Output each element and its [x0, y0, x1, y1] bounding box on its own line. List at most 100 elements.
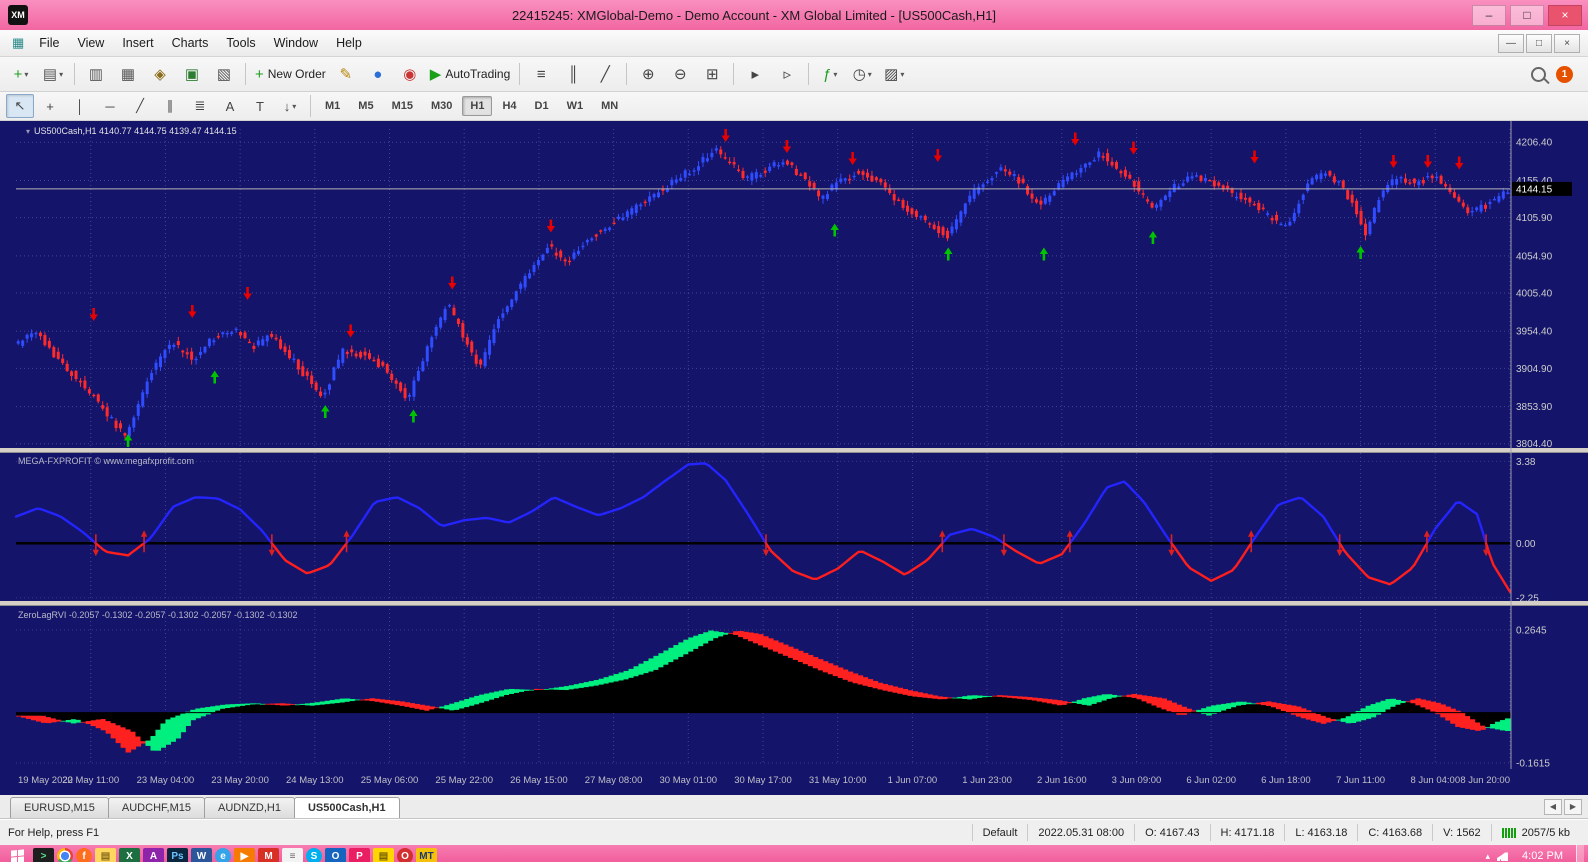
chart-bars-button[interactable]: ≡ [526, 61, 556, 87]
horizontal-line-button[interactable]: ─ [96, 94, 124, 118]
terminal-button[interactable]: ▣ [177, 61, 207, 87]
restore-button[interactable]: □ [1510, 4, 1544, 26]
taskbar-icon-onedrive[interactable]: O [325, 847, 346, 862]
tab-us500cash-h1[interactable]: US500Cash,H1 [293, 797, 400, 818]
taskbar-icon-paint[interactable]: P [349, 847, 370, 862]
tab-scroll-left-button[interactable]: ◀ [1544, 798, 1562, 815]
mql5-community-button[interactable]: ● [363, 61, 393, 87]
notification-badge[interactable]: 1 [1556, 65, 1573, 83]
taskbar-icon-metatrader[interactable]: MT [416, 847, 437, 862]
templates-button[interactable]: ▨ ▾ [879, 61, 909, 87]
minimize-button[interactable]: – [1472, 4, 1506, 26]
taskbar-icon-console[interactable]: > [33, 847, 54, 862]
timeframe-m30-button[interactable]: M30 [423, 96, 460, 116]
new-order-button[interactable]: + New Order [252, 61, 329, 87]
status-profile[interactable]: Default [971, 823, 1028, 842]
close-button[interactable]: × [1548, 4, 1582, 26]
chart-candlesticks-button[interactable]: ║ [558, 61, 588, 87]
menu-charts[interactable]: Charts [163, 33, 218, 53]
tray-chevron-icon[interactable]: ▴ [1486, 851, 1491, 862]
taskbar-icon-excel[interactable]: X [119, 847, 140, 862]
rvi-base-area [255, 704, 261, 713]
new-chart-button[interactable]: + ▾ [6, 61, 36, 87]
tab-audnzd-h1[interactable]: AUDNZD,H1 [203, 797, 295, 818]
text-label-button[interactable]: T [246, 94, 274, 118]
vertical-line-button[interactable]: │ [66, 94, 94, 118]
candle-body [608, 227, 612, 230]
chart-shift-button[interactable]: ▹ [772, 61, 802, 87]
taskbar-icon-opera[interactable]: O [397, 848, 413, 862]
profiles-button[interactable]: ▤ ▾ [38, 61, 68, 87]
text-button[interactable]: A [216, 94, 244, 118]
timeframe-mn-button[interactable]: MN [593, 96, 626, 116]
periods-button[interactable]: ◷ ▾ [847, 61, 877, 87]
tab-audchf-m15[interactable]: AUDCHF,M15 [107, 797, 205, 818]
chart-window[interactable]: 4206.40 4155.40 4105.90 4054.90 4005.40 3954.… [0, 121, 1588, 795]
timeframe-h1-button[interactable]: H1 [462, 96, 493, 116]
timeframe-d1-button[interactable]: D1 [527, 96, 557, 116]
data-window-button[interactable]: ▦ [113, 61, 143, 87]
auto-scroll-button[interactable]: ▸ [740, 61, 770, 87]
collapse-icon[interactable]: ▾ [26, 127, 30, 136]
taskbar-icon-internet-explorer[interactable]: e [215, 848, 231, 862]
zoom-in-button[interactable]: ⊕ [633, 61, 663, 87]
crosshair-button[interactable]: + [36, 94, 64, 118]
tile-windows-button[interactable]: ⊞ [697, 61, 727, 87]
taskbar-icon-chrome[interactable] [57, 848, 73, 862]
candle-body [110, 416, 114, 419]
rvi-base-area [394, 705, 401, 713]
timeframe-h4-button[interactable]: H4 [494, 96, 524, 116]
menu-bar: ▦ File View Insert Charts Tools Window Help — … [0, 30, 1588, 57]
taskbar-icon-photoshop[interactable]: Ps [167, 847, 188, 862]
timeframe-m15-button[interactable]: M15 [384, 96, 421, 116]
market-button[interactable]: ◉ [395, 61, 425, 87]
taskbar-icon-access[interactable]: A [143, 847, 164, 862]
market-watch-button[interactable]: ▥ [81, 61, 111, 87]
tab-eurusd-m15[interactable]: EURUSD,M15 [10, 797, 109, 818]
network-icon[interactable] [1497, 852, 1508, 861]
taskbar-icon-sticky-notes[interactable]: ▤ [373, 847, 394, 862]
taskbar-icon-gmail[interactable]: M [258, 847, 279, 862]
taskbar-icon-word[interactable]: W [191, 847, 212, 862]
rvi-ribbon [1051, 699, 1058, 705]
chart-close-button[interactable]: × [1554, 33, 1580, 53]
taskbar-icon-file-explorer[interactable]: ▤ [95, 847, 116, 862]
menu-help[interactable]: Help [327, 33, 371, 53]
chart-canvas[interactable]: 4206.404155.404105.904054.904005.403954.… [0, 121, 1588, 795]
taskbar-icon-skype[interactable]: S [306, 848, 322, 862]
chart-line-button[interactable]: ╱ [590, 61, 620, 87]
fibonacci-retracement-button[interactable]: ≣ [186, 94, 214, 118]
zoom-out-button[interactable]: ⊖ [665, 61, 695, 87]
show-desktop-button[interactable] [1576, 845, 1584, 862]
taskbar-icon-media-player[interactable]: ▶ [234, 847, 255, 862]
indicators-button[interactable]: ƒ ▾ [815, 61, 845, 87]
timeframe-w1-button[interactable]: W1 [559, 96, 592, 116]
start-button[interactable] [4, 847, 30, 862]
strategy-tester-button[interactable]: ▧ [209, 61, 239, 87]
panel-separator[interactable] [0, 448, 1588, 452]
menu-file[interactable]: File [30, 33, 68, 53]
metaeditor-button[interactable]: ✎ [331, 61, 361, 87]
panel-separator[interactable] [0, 601, 1588, 605]
cursor-button[interactable]: ↖ [6, 94, 34, 118]
taskbar-icon-notepad[interactable]: ≡ [282, 847, 303, 862]
search-icon[interactable] [1531, 66, 1546, 82]
timeframe-m5-button[interactable]: M5 [350, 96, 381, 116]
arrows-tool-button[interactable]: ↓ ▾ [276, 94, 304, 118]
candle-body [381, 361, 385, 366]
timeframe-m1-button[interactable]: M1 [317, 96, 348, 116]
menu-insert[interactable]: Insert [113, 33, 162, 53]
equidistant-channel-button[interactable]: ∥ [156, 94, 184, 118]
trendline-button[interactable]: ╱ [126, 94, 154, 118]
taskbar-icon-firefox[interactable]: f [76, 848, 92, 862]
navigator-button[interactable]: ◈ [145, 61, 175, 87]
menu-view[interactable]: View [68, 33, 113, 53]
menu-tools[interactable]: Tools [217, 33, 264, 53]
chart-minimize-button[interactable]: — [1498, 33, 1524, 53]
rvi-base-area [668, 662, 674, 713]
taskbar-clock[interactable]: 4:02 PM [1522, 850, 1563, 862]
candle-body [1283, 224, 1287, 227]
menu-window[interactable]: Window [265, 33, 327, 53]
autotrading-button[interactable]: ▶ AutoTrading [427, 61, 513, 87]
tab-scroll-right-button[interactable]: ▶ [1564, 798, 1582, 815]
